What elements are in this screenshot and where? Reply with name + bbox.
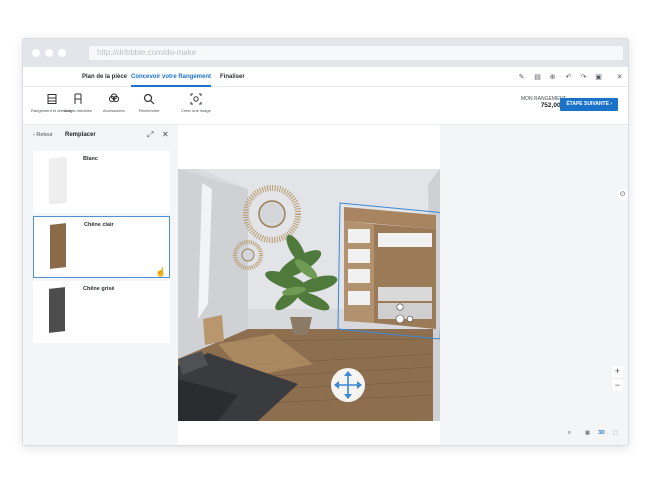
- room-3d-view[interactable]: [178, 169, 440, 421]
- zoom-out-button[interactable]: −: [612, 380, 623, 391]
- camera-icon: [190, 93, 202, 105]
- search-icon: [144, 93, 155, 105]
- back-link[interactable]: ‹ Retour: [33, 132, 53, 138]
- zoom-in-button[interactable]: +: [612, 366, 623, 377]
- tab-finaliser[interactable]: Finaliser: [220, 67, 245, 87]
- option-card-chene-grise[interactable]: Chêne grisé: [33, 281, 170, 343]
- window-dot[interactable]: [32, 49, 40, 57]
- window-dot[interactable]: [45, 49, 53, 57]
- panel-close-icon[interactable]: ✕: [162, 131, 169, 139]
- tool-label: Autres meubles: [64, 108, 92, 113]
- chair-icon: [74, 93, 82, 104]
- option-name: Chêne clair: [84, 222, 114, 228]
- app-area: Plan de la pièce Concevoir votre Rangeme…: [23, 67, 628, 445]
- close-icon[interactable]: ✕: [615, 73, 624, 82]
- window-dot[interactable]: [58, 49, 66, 57]
- tool-label: Rechercher: [139, 108, 160, 113]
- view-list-button[interactable]: ≡: [564, 428, 575, 438]
- tool-label: Créer une image: [181, 108, 211, 113]
- tab-concevoir[interactable]: Concevoir votre Rangement: [131, 67, 212, 87]
- address-bar[interactable]: http://dribbble.com/do-make: [89, 46, 623, 60]
- view-3d-button[interactable]: 3D: [596, 428, 607, 438]
- view-2d-button[interactable]: ▦: [582, 428, 593, 438]
- tab-plan-de-la-piece[interactable]: Plan de la pièce: [82, 67, 127, 87]
- zoom-icon[interactable]: ⊕: [548, 73, 557, 82]
- option-name: Blanc: [83, 156, 98, 162]
- cursor-icon: ☝: [155, 267, 167, 277]
- undo-icon[interactable]: ↶: [564, 73, 573, 82]
- edit-icon[interactable]: ✎: [517, 73, 526, 82]
- canvas-side: ⊙ + − ≡ ▦ 3D ⬚: [440, 125, 628, 445]
- budget-value: 752,00 €: [540, 102, 566, 109]
- tool-label: Accessoires: [103, 108, 125, 113]
- next-step-button[interactable]: ÉTAPE SUIVANTE ›: [560, 98, 618, 111]
- swatch-chene-grise: [49, 287, 65, 333]
- save-icon[interactable]: ▣: [594, 73, 603, 82]
- replace-panel: ‹ Retour Remplacer ⤢ ✕ Blanc Chêne clair…: [23, 125, 178, 445]
- browser-chrome: http://dribbble.com/do-make: [23, 39, 628, 67]
- view-perspective-button[interactable]: ⬚: [610, 428, 621, 438]
- step-nav: Plan de la pièce Concevoir votre Rangeme…: [23, 67, 628, 87]
- plant-icon: [108, 93, 119, 103]
- cabinet-icon: [47, 94, 57, 104]
- browser-window: http://dribbble.com/do-make Plan de la p…: [22, 38, 629, 446]
- tool-accessoires[interactable]: Accessoires: [103, 93, 125, 113]
- help-icon[interactable]: ⊙: [617, 189, 628, 200]
- swatch-blanc: [49, 157, 65, 203]
- toolbar: Rangement et dressing Autres meubles Acc…: [23, 87, 628, 125]
- option-card-blanc[interactable]: Blanc: [33, 151, 170, 213]
- redo-icon[interactable]: ↷: [579, 73, 588, 82]
- swatch-chene-clair: [50, 223, 66, 269]
- tool-creer-image[interactable]: Créer une image: [181, 93, 211, 113]
- option-name: Chêne grisé: [83, 286, 115, 292]
- tool-rechercher[interactable]: Rechercher: [139, 93, 160, 113]
- list-icon[interactable]: ▤: [533, 73, 542, 82]
- option-card-chene-clair[interactable]: Chêne clair ☝: [33, 216, 170, 278]
- tool-autres-meubles[interactable]: Autres meubles: [64, 93, 92, 113]
- panel-title: Remplacer: [65, 132, 96, 138]
- room-render: [178, 169, 440, 421]
- budget-summary: MON RANGEMENT 752,00 €: [521, 96, 566, 109]
- expand-icon[interactable]: ⤢: [147, 131, 153, 139]
